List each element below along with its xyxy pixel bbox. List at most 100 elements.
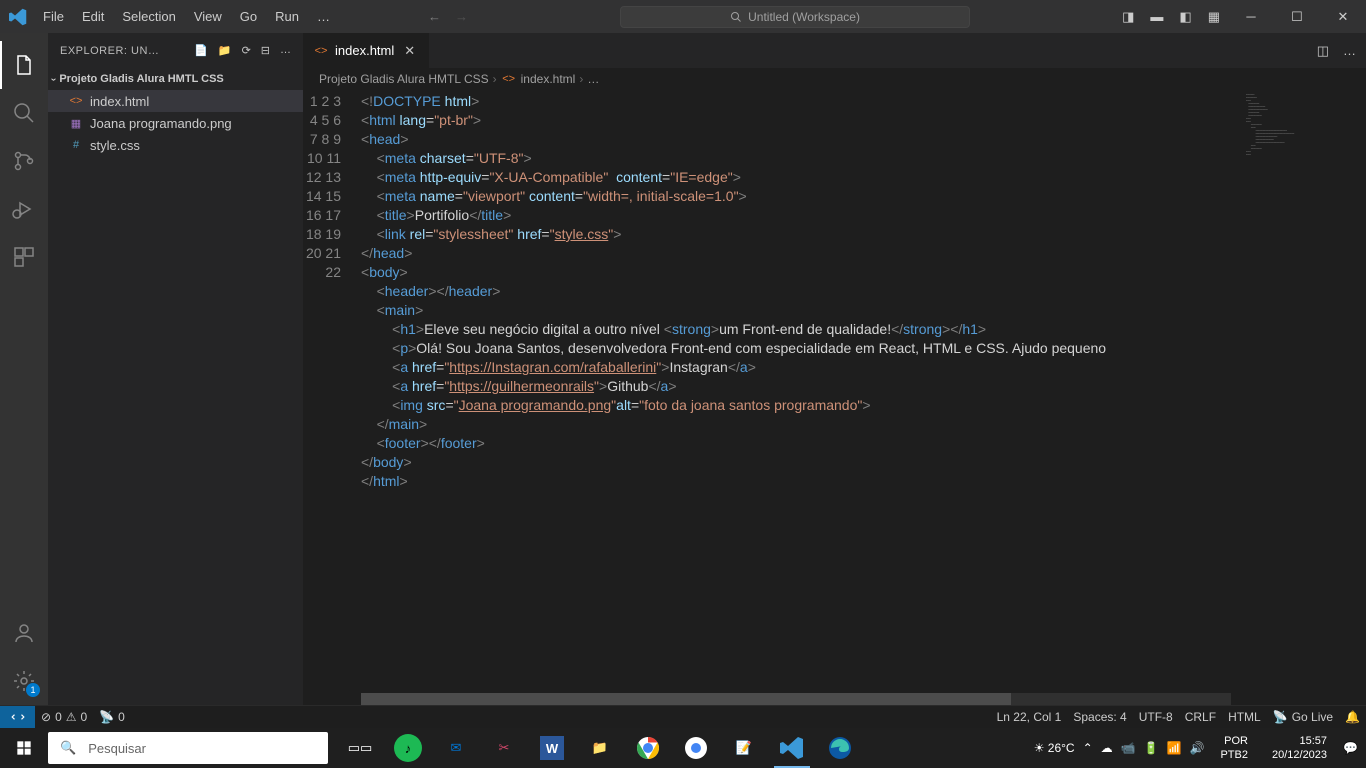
chevron-right-icon: › <box>493 72 497 86</box>
command-center-text: Untitled (Workspace) <box>748 10 860 24</box>
taskbar-explorer-icon[interactable]: 📁 <box>576 728 624 768</box>
window-close[interactable]: ✕ <box>1320 0 1366 33</box>
image-file-icon: ▦ <box>68 115 84 131</box>
statusbar: ⊘0 ⚠0 📡0 Ln 22, Col 1 Spaces: 4 UTF-8 CR… <box>0 705 1366 728</box>
file-label: Joana programando.png <box>90 116 232 131</box>
titlebar: File Edit Selection View Go Run … ← → Un… <box>0 0 1366 33</box>
collapse-icon[interactable]: ⊟ <box>261 44 270 57</box>
tray-clock[interactable]: 15:57 20/12/2023 <box>1264 734 1335 762</box>
breadcrumb[interactable]: Projeto Gladis Alura HMTL CSS › <> index… <box>303 68 1366 90</box>
activity-sourcecontrol[interactable] <box>0 137 48 185</box>
horizontal-scrollbar[interactable] <box>361 693 1231 705</box>
taskbar-taskview-icon[interactable]: ▭▭ <box>336 728 384 768</box>
status-eol[interactable]: CRLF <box>1179 706 1222 728</box>
menu-selection[interactable]: Selection <box>114 5 183 28</box>
status-problems[interactable]: ⊘0 ⚠0 <box>35 706 93 728</box>
layout-controls: ◨ ▬ ◧ ▦ <box>1122 9 1228 25</box>
taskbar-search[interactable]: 🔍 Pesquisar <box>48 732 328 764</box>
tab-more-icon[interactable]: … <box>1343 43 1356 58</box>
tray-onedrive-icon[interactable]: ☁ <box>1101 741 1113 755</box>
nav-forward-icon[interactable]: → <box>455 9 468 24</box>
tray-weather[interactable]: ☀ 26°C <box>1034 741 1075 755</box>
settings-badge: 1 <box>26 683 40 697</box>
new-folder-icon[interactable]: 📁 <box>218 44 232 57</box>
tab-index-html[interactable]: <> index.html ✕ <box>303 33 430 68</box>
status-encoding[interactable]: UTF-8 <box>1133 706 1179 728</box>
taskbar-search-placeholder: Pesquisar <box>88 741 146 756</box>
nav-back-icon[interactable]: ← <box>428 9 441 24</box>
layout-sidebar-left-icon[interactable]: ◨ <box>1122 9 1134 25</box>
status-spaces[interactable]: Spaces: 4 <box>1067 706 1132 728</box>
file-item-image[interactable]: ▦ Joana programando.png <box>48 112 303 134</box>
editor-area: <> index.html ✕ ◫ … Projeto Gladis Alura… <box>303 33 1366 705</box>
tray-meet-icon[interactable]: 📹 <box>1121 741 1136 755</box>
scrollbar-thumb[interactable] <box>361 693 1011 705</box>
taskbar-word-icon[interactable]: W <box>528 728 576 768</box>
layout-customize-icon[interactable]: ▦ <box>1208 9 1220 25</box>
breadcrumb-folder[interactable]: Projeto Gladis Alura HMTL CSS <box>319 72 489 86</box>
activity-debug[interactable] <box>0 185 48 233</box>
taskbar-vscode-icon[interactable] <box>768 728 816 768</box>
minimap[interactable]: ▬▬▬▬▬▬▬ ▬▬▬▬▬▬▬▬▬ ▬▬▬▬ ▬▬▬▬▬▬▬▬▬ ▬▬▬▬▬▬▬… <box>1242 90 1352 230</box>
window-minimize[interactable]: ─ <box>1228 0 1274 33</box>
taskbar-chrome2-icon[interactable] <box>672 728 720 768</box>
refresh-icon[interactable]: ⟳ <box>242 44 251 57</box>
status-lang[interactable]: HTML <box>1222 706 1267 728</box>
taskbar-edge-icon[interactable] <box>816 728 864 768</box>
tray-wifi-icon[interactable]: 📶 <box>1167 741 1182 755</box>
windows-taskbar: 🔍 Pesquisar ▭▭ ♪ ✉ ✂ W 📁 📝 ☀ 26°C ⌃ ☁ 📹 … <box>0 728 1366 768</box>
status-ports[interactable]: 📡0 <box>93 706 131 728</box>
window-maximize[interactable]: ☐ <box>1274 0 1320 33</box>
taskbar-spotify-icon[interactable]: ♪ <box>384 728 432 768</box>
status-cursor[interactable]: Ln 22, Col 1 <box>991 706 1068 728</box>
file-item-style[interactable]: # style.css <box>48 134 303 156</box>
taskbar-notepad-icon[interactable]: 📝 <box>720 728 768 768</box>
tray-lang[interactable]: POR PTB2 <box>1212 734 1256 762</box>
layout-panel-icon[interactable]: ▬ <box>1150 9 1163 24</box>
html-file-icon: <> <box>501 71 517 87</box>
tray-chevron-icon[interactable]: ⌃ <box>1083 741 1093 755</box>
activity-search[interactable] <box>0 89 48 137</box>
file-label: index.html <box>90 94 149 109</box>
breadcrumb-file[interactable]: index.html <box>521 72 576 86</box>
file-item-index[interactable]: <> index.html <box>48 90 303 112</box>
folder-root[interactable]: › Projeto Gladis Alura HMTL CSS <box>48 68 303 90</box>
activity-settings[interactable]: 1 <box>0 657 48 705</box>
breadcrumb-tail[interactable]: … <box>587 72 599 86</box>
menu-file[interactable]: File <box>35 5 72 28</box>
taskbar-snip-icon[interactable]: ✂ <box>480 728 528 768</box>
folder-name: Projeto Gladis Alura HMTL CSS <box>59 73 223 85</box>
taskbar-chrome-icon[interactable] <box>624 728 672 768</box>
menu-more[interactable]: … <box>309 5 338 28</box>
activity-explorer[interactable] <box>0 41 48 89</box>
tray-volume-icon[interactable]: 🔊 <box>1190 741 1205 755</box>
menu-go[interactable]: Go <box>232 5 265 28</box>
tray-notifications-icon[interactable]: 💬 <box>1343 741 1358 755</box>
status-golive[interactable]: 📡Go Live <box>1267 706 1339 728</box>
explorer-more-icon[interactable]: … <box>280 44 291 57</box>
menu-edit[interactable]: Edit <box>74 5 112 28</box>
layout-sidebar-right-icon[interactable]: ◧ <box>1179 9 1191 25</box>
remote-indicator[interactable] <box>0 706 35 728</box>
command-center[interactable]: Untitled (Workspace) <box>620 6 970 28</box>
explorer-title: EXPLORER: UNTI… <box>60 45 160 57</box>
split-editor-icon[interactable]: ◫ <box>1317 43 1329 59</box>
activity-extensions[interactable] <box>0 233 48 281</box>
tray-battery-icon[interactable]: 🔋 <box>1144 741 1159 755</box>
status-bell-icon[interactable]: 🔔 <box>1339 706 1366 728</box>
chevron-down-icon: › <box>48 77 59 80</box>
menu-run[interactable]: Run <box>267 5 307 28</box>
html-file-icon: <> <box>68 93 84 109</box>
taskbar-mail-icon[interactable]: ✉ <box>432 728 480 768</box>
css-file-icon: # <box>68 137 84 153</box>
search-icon: 🔍 <box>48 740 88 756</box>
start-button[interactable] <box>0 728 48 768</box>
menu-view[interactable]: View <box>186 5 230 28</box>
tab-close-icon[interactable]: ✕ <box>400 43 419 59</box>
line-gutter: 1 2 3 4 5 6 7 8 9 10 11 12 13 14 15 16 1… <box>303 90 361 705</box>
window-controls: ─ ☐ ✕ <box>1228 0 1366 33</box>
new-file-icon[interactable]: 📄 <box>194 44 208 57</box>
code-editor[interactable]: 1 2 3 4 5 6 7 8 9 10 11 12 13 14 15 16 1… <box>303 90 1366 705</box>
code-content[interactable]: <!DOCTYPE html> <html lang="pt-br"> <hea… <box>361 90 1366 705</box>
activity-account[interactable] <box>0 609 48 657</box>
